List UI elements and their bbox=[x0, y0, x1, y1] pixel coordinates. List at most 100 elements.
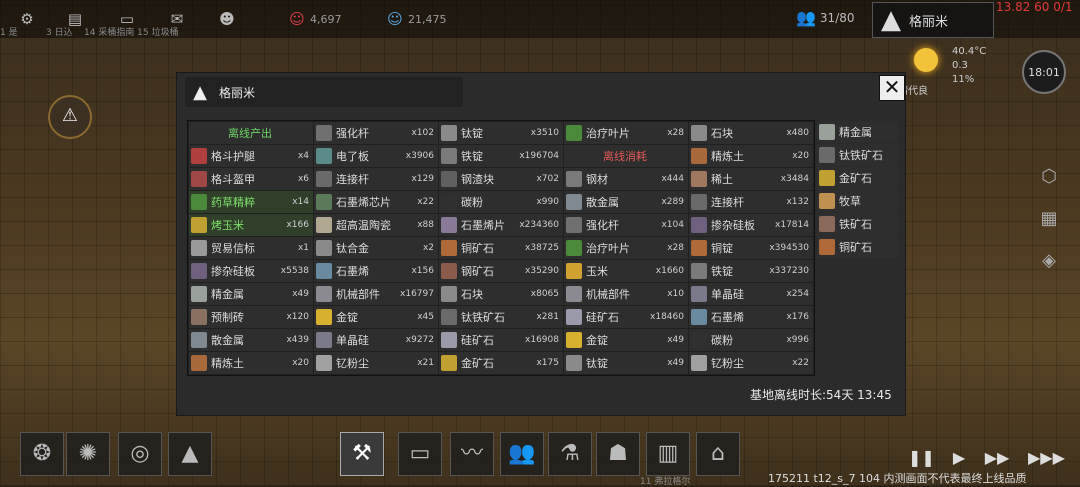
resource-item[interactable]: 石块 x8065 bbox=[439, 283, 563, 305]
left-tool-1[interactable]: ❂ bbox=[20, 432, 64, 476]
resource-item[interactable]: 掺杂硅板 x17814 bbox=[689, 214, 813, 236]
resource-item[interactable]: 格斗盔甲 x6 bbox=[189, 168, 313, 190]
resource-item[interactable]: 钇粉尘 x22 bbox=[689, 352, 813, 374]
resource-item[interactable]: 玉米 x1660 bbox=[564, 260, 688, 282]
warning-button[interactable]: ⚠ bbox=[48, 95, 92, 139]
resource-name: 铁矿石 bbox=[839, 218, 872, 231]
resource-item[interactable]: 钢矿石 x35290 bbox=[439, 260, 563, 282]
crew-button[interactable]: 👥 bbox=[500, 432, 544, 476]
resource-item[interactable]: 钛铁矿石 bbox=[817, 144, 897, 166]
resource-item[interactable]: 铁锭 x196704 bbox=[439, 145, 563, 167]
resource-icon bbox=[441, 171, 457, 187]
resource-item[interactable]: 精金属 bbox=[817, 121, 897, 143]
map-icon[interactable]: ◈ bbox=[1034, 246, 1064, 276]
research-button[interactable]: ⚗ bbox=[548, 432, 592, 476]
resource-quantity: x337230 bbox=[769, 266, 809, 276]
resource-item[interactable]: 机械部件 x16797 bbox=[314, 283, 438, 305]
resource-item[interactable]: 贸易信标 x1 bbox=[189, 237, 313, 259]
resource-icon bbox=[316, 148, 332, 164]
settings-button[interactable]: ⚙ bbox=[18, 8, 36, 30]
resource-item[interactable]: 金锭 x49 bbox=[564, 329, 688, 351]
resource-item[interactable]: 烤玉米 x166 bbox=[189, 214, 313, 236]
resource-icon bbox=[566, 171, 582, 187]
resource-item[interactable]: 电了板 x3906 bbox=[314, 145, 438, 167]
resource-item[interactable]: 钢材 x444 bbox=[564, 168, 688, 190]
resource-item[interactable]: 石块 x480 bbox=[689, 122, 813, 144]
left-tool-2[interactable]: ✺ bbox=[66, 432, 110, 476]
resource-item[interactable]: 钛合金 x2 bbox=[314, 237, 438, 259]
storage-button[interactable]: ▭ bbox=[398, 432, 442, 476]
resource-item[interactable]: 铜矿石 bbox=[817, 236, 897, 258]
pause-button[interactable]: ❚❚ bbox=[908, 448, 935, 472]
stats-button[interactable]: ▥ bbox=[646, 432, 690, 476]
resource-item[interactable]: 药草精粹 x14 bbox=[189, 191, 313, 213]
resource-item[interactable]: 精炼土 x20 bbox=[689, 145, 813, 167]
resource-item[interactable]: 强化杆 x104 bbox=[564, 214, 688, 236]
resource-name: 石墨烯芯片 bbox=[336, 196, 391, 209]
population-counter[interactable]: 👥 31/80 bbox=[796, 8, 855, 27]
clock[interactable]: 18:01 bbox=[1022, 50, 1066, 94]
resource-item[interactable]: 治疗叶片 x28 bbox=[564, 122, 688, 144]
colony-name: 格丽米 bbox=[909, 14, 949, 30]
resource-name: 稀土 bbox=[711, 173, 733, 186]
resource-item[interactable]: 牧草 bbox=[817, 190, 897, 212]
resource-item[interactable]: 钇粉尘 x21 bbox=[314, 352, 438, 374]
resource-item[interactable]: 散金属 x289 bbox=[564, 191, 688, 213]
resource-item[interactable]: 连接杆 x132 bbox=[689, 191, 813, 213]
audio-button[interactable]: 〰 bbox=[450, 432, 494, 476]
resource-item[interactable]: 钛锭 x3510 bbox=[439, 122, 563, 144]
resource-item[interactable]: 石墨烯 x176 bbox=[689, 306, 813, 328]
bank-button[interactable]: ⌂ bbox=[696, 432, 740, 476]
resource-item[interactable]: 铁锭 x337230 bbox=[689, 260, 813, 282]
resource-icon bbox=[316, 217, 332, 233]
colony-header[interactable]: ▲ 格丽米 bbox=[872, 2, 994, 38]
fast-forward-button[interactable]: ▶▶ bbox=[984, 448, 1010, 472]
left-tool-3[interactable]: ◎ bbox=[118, 432, 162, 476]
pets-button[interactable]: ☗ bbox=[596, 432, 640, 476]
resource-item[interactable]: 机械部件 x10 bbox=[564, 283, 688, 305]
resource-item[interactable]: 金矿石 x175 bbox=[439, 352, 563, 374]
resource-icon bbox=[691, 148, 707, 164]
resource-item[interactable]: 铜矿石 x38725 bbox=[439, 237, 563, 259]
resource-item[interactable]: 硅矿石 x18460 bbox=[564, 306, 688, 328]
resource-item[interactable]: 掺杂硅板 x5538 bbox=[189, 260, 313, 282]
resource-item[interactable]: 单晶硅 x9272 bbox=[314, 329, 438, 351]
resource-item[interactable]: 硅矿石 x16908 bbox=[439, 329, 563, 351]
clipboard-icon[interactable]: ▦ bbox=[1034, 204, 1064, 234]
resource-item[interactable]: 钛锭 x49 bbox=[564, 352, 688, 374]
close-button[interactable]: ✕ bbox=[879, 75, 905, 101]
resource-item[interactable]: 碳粉 x990 bbox=[439, 191, 563, 213]
resource-item[interactable]: 单晶硅 x254 bbox=[689, 283, 813, 305]
faster-forward-button[interactable]: ▶▶▶ bbox=[1028, 448, 1065, 472]
resource-item[interactable]: 治疗叶片 x28 bbox=[564, 237, 688, 259]
left-tool-4[interactable]: ▲ bbox=[168, 432, 212, 476]
resource-quantity: x3906 bbox=[405, 151, 434, 161]
resource-item[interactable]: 石墨烯片 x234360 bbox=[439, 214, 563, 236]
resource-item[interactable]: 碳粉 x996 bbox=[689, 329, 813, 351]
resource-item[interactable]: 金矿石 bbox=[817, 167, 897, 189]
face-icon: ☺ bbox=[289, 10, 305, 28]
resource-item[interactable]: 石墨烯 x156 bbox=[314, 260, 438, 282]
profile-button[interactable]: ☻ bbox=[218, 8, 236, 30]
resource-item[interactable]: 钛铁矿石 x281 bbox=[439, 306, 563, 328]
cat-icon: ☗ bbox=[608, 441, 628, 466]
resource-item[interactable]: 连接杆 x129 bbox=[314, 168, 438, 190]
resource-icon bbox=[566, 263, 582, 279]
resource-item[interactable]: 金锭 x45 bbox=[314, 306, 438, 328]
resource-item[interactable]: 精金属 x49 bbox=[189, 283, 313, 305]
resource-name: 连接杆 bbox=[711, 196, 744, 209]
build-tools-button[interactable]: ⚒ bbox=[340, 432, 384, 476]
resource-item[interactable]: 强化杆 x102 bbox=[314, 122, 438, 144]
play-button[interactable]: ▶ bbox=[946, 448, 972, 472]
resource-item[interactable]: 散金属 x439 bbox=[189, 329, 313, 351]
resource-item[interactable]: 铜锭 x394530 bbox=[689, 237, 813, 259]
resource-item[interactable]: 超高温陶瓷 x88 bbox=[314, 214, 438, 236]
resource-item[interactable]: 铁矿石 bbox=[817, 213, 897, 235]
cube-icon[interactable]: ⬡ bbox=[1034, 162, 1064, 192]
resource-item[interactable]: 稀土 x3484 bbox=[689, 168, 813, 190]
resource-item[interactable]: 石墨烯芯片 x22 bbox=[314, 191, 438, 213]
resource-item[interactable]: 精炼土 x20 bbox=[189, 352, 313, 374]
resource-item[interactable]: 预制砖 x120 bbox=[189, 306, 313, 328]
resource-item[interactable]: 钢渣块 x702 bbox=[439, 168, 563, 190]
resource-item[interactable]: 格斗护腿 x4 bbox=[189, 145, 313, 167]
